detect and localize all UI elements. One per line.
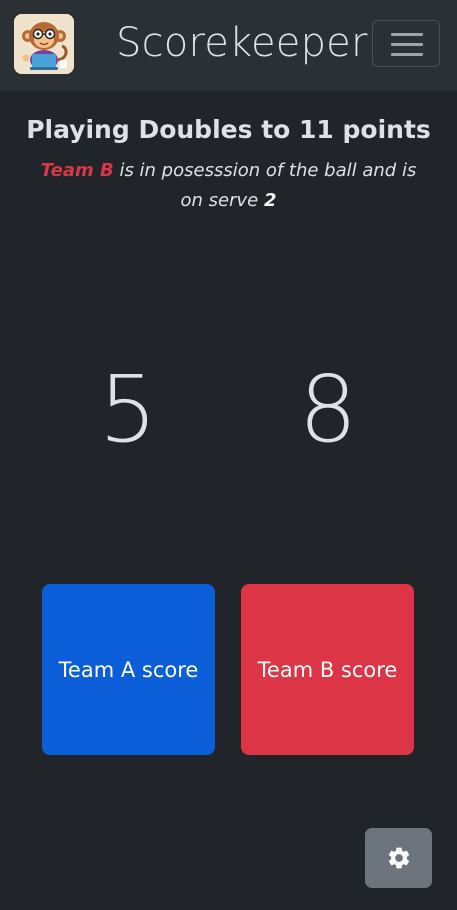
hamburger-menu-icon — [391, 33, 423, 36]
gear-icon — [388, 847, 409, 869]
serving-team: Team B — [40, 160, 114, 181]
settings-button[interactable] — [365, 828, 432, 888]
team-b-score-button[interactable]: Team B score — [241, 584, 414, 755]
team-b-score: 8 — [298, 356, 358, 463]
menu-toggle-button[interactable] — [372, 20, 440, 67]
app-brand[interactable]: Scorekeeper — [116, 14, 368, 72]
hamburger-menu-icon — [391, 43, 423, 46]
game-status: Team B is in posesssion of the ball and … — [40, 156, 417, 216]
team-a-score: 5 — [98, 356, 158, 463]
game-heading: Playing Doubles to 11 points — [26, 115, 431, 144]
serve-number: 2 — [263, 190, 277, 211]
hamburger-menu-icon — [391, 53, 423, 56]
monkey-logo-icon[interactable] — [14, 14, 74, 74]
team-a-score-button[interactable]: Team A score — [42, 584, 215, 755]
navbar: Scorekeeper — [0, 0, 457, 91]
